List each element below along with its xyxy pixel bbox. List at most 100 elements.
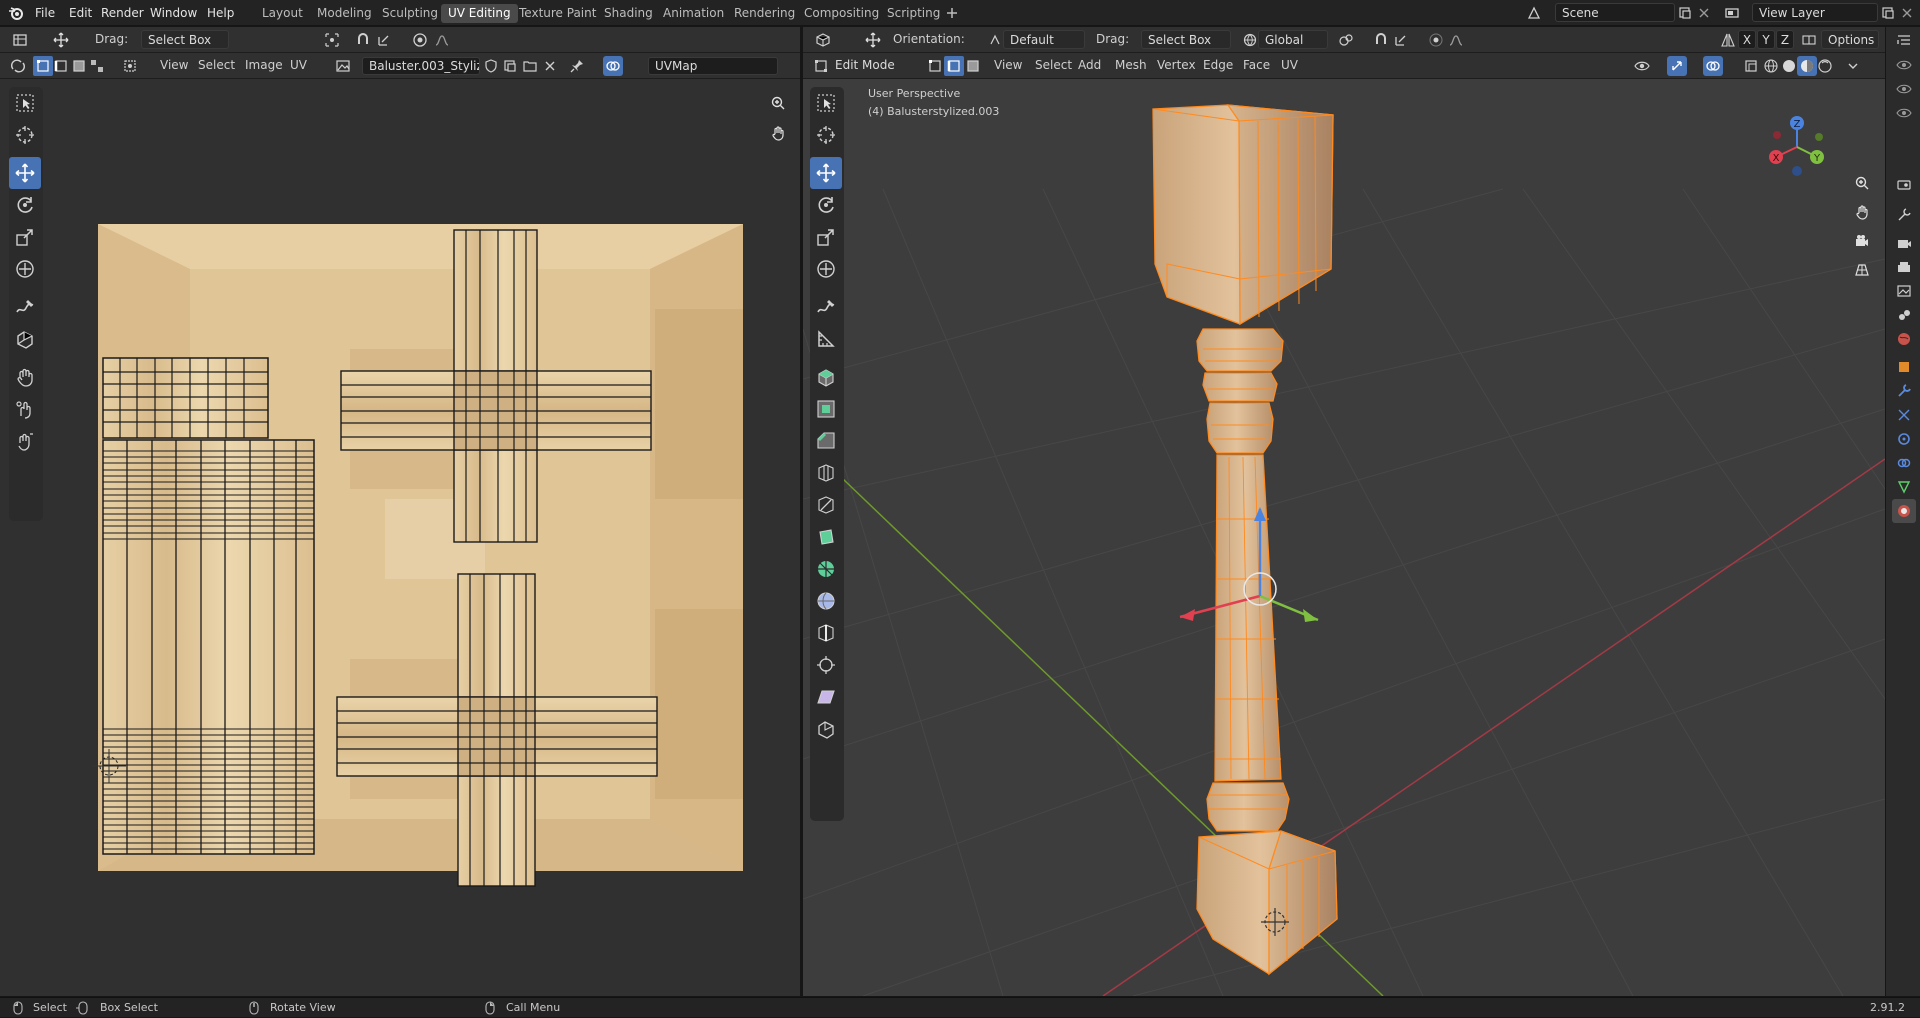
tab-compositing[interactable]: Compositing [797, 4, 886, 23]
blender-logo-icon[interactable] [6, 3, 26, 23]
new-scene-icon[interactable] [1675, 3, 1695, 23]
scene-field[interactable]: Scene [1555, 3, 1675, 22]
tab-scripting[interactable]: Scripting [880, 4, 947, 23]
tab-shading[interactable]: Shading [597, 4, 660, 23]
image-name-field[interactable]: Baluster.003_Styliz... [362, 57, 480, 75]
physics-properties-icon[interactable] [1892, 427, 1916, 451]
vp-extrude-tool-icon[interactable] [810, 361, 842, 393]
perspective-toggle-icon[interactable] [1849, 257, 1875, 283]
vertex-select-mode-icon[interactable] [33, 56, 53, 76]
face-select-mode-icon[interactable] [69, 56, 89, 76]
menu-uv-uv[interactable]: UV [290, 56, 307, 75]
viewport-snap-target-icon[interactable] [1391, 30, 1411, 50]
menu-3d-uv[interactable]: UV [1281, 56, 1298, 75]
sticky-selection-icon[interactable] [120, 56, 140, 76]
menu-window[interactable]: Window [150, 0, 197, 26]
tab-uv-editing[interactable]: UV Editing [441, 4, 518, 23]
vp-inset-tool-icon[interactable] [810, 393, 842, 425]
gizmo-toggle-icon[interactable] [1667, 56, 1687, 76]
menu-file[interactable]: File [35, 0, 55, 26]
overlay-toggle-icon[interactable] [603, 56, 623, 76]
tab-sculpting[interactable]: Sculpting [375, 4, 445, 23]
uvmap-field[interactable]: UVMap [648, 57, 778, 75]
vp-transform-tool-icon[interactable] [810, 253, 842, 285]
scene-properties-icon[interactable] [1892, 303, 1916, 327]
vp-zoom-icon[interactable] [1849, 170, 1875, 196]
drag-select[interactable]: Select Box [141, 30, 229, 49]
vp-smooth-tool-icon[interactable] [810, 585, 842, 617]
visibility-eye-icon[interactable] [1892, 77, 1916, 101]
proportional-edit-icon[interactable] [410, 30, 430, 50]
new-image-icon[interactable] [500, 56, 520, 76]
vp-shear-tool-icon[interactable] [810, 681, 842, 713]
object-properties-icon[interactable] [1892, 355, 1916, 379]
visibility-eye-icon[interactable] [1632, 56, 1652, 76]
menu-3d-add[interactable]: Add [1078, 56, 1101, 75]
menu-3d-vertex[interactable]: Vertex [1157, 56, 1196, 75]
orientation-select[interactable]: Default [1003, 30, 1085, 49]
output-properties-icon[interactable] [1892, 255, 1916, 279]
pivot-icon[interactable] [322, 30, 342, 50]
mirror-y-toggle[interactable]: Y [1757, 30, 1775, 49]
menu-uv-select[interactable]: Select [198, 56, 235, 75]
new-view-layer-icon[interactable] [1878, 3, 1898, 23]
vp-poly-build-tool-icon[interactable] [810, 521, 842, 553]
xray-toggle-icon[interactable] [1741, 56, 1761, 76]
visibility-eye-icon[interactable] [1892, 101, 1916, 125]
vp-edge-slide-tool-icon[interactable] [810, 617, 842, 649]
vp-select-box-tool-icon[interactable] [810, 87, 842, 119]
topology-mirror-icon[interactable] [1799, 30, 1819, 50]
vp-cursor-tool-icon[interactable] [810, 119, 842, 151]
viewport-drag-select[interactable]: Select Box [1141, 30, 1231, 49]
menu-3d-edge[interactable]: Edge [1203, 56, 1233, 75]
view-layer-field[interactable]: View Layer [1752, 3, 1878, 22]
overlays-toggle-icon[interactable] [1703, 56, 1723, 76]
mode-select[interactable]: Edit Mode [829, 56, 913, 75]
fake-user-shield-icon[interactable] [481, 56, 501, 76]
vp-rip-tool-icon[interactable] [810, 713, 842, 745]
shading-options-icon[interactable] [1843, 56, 1863, 76]
vertex-mode-icon[interactable] [925, 56, 945, 76]
tab-modeling[interactable]: Modeling [310, 4, 379, 23]
menu-3d-view[interactable]: View [994, 56, 1022, 75]
image-browse-icon[interactable] [333, 56, 353, 76]
unlink-image-icon[interactable] [540, 56, 560, 76]
vp-loop-cut-tool-icon[interactable] [810, 457, 842, 489]
menu-help[interactable]: Help [207, 0, 234, 26]
vp-shrink-fatten-tool-icon[interactable] [810, 649, 842, 681]
mirror-axis-icon[interactable] [1718, 30, 1738, 50]
vp-pan-icon[interactable] [1849, 199, 1875, 225]
tab-texture-paint[interactable]: Texture Paint [512, 4, 603, 23]
mirror-x-toggle[interactable]: X [1738, 30, 1756, 49]
vp-measure-tool-icon[interactable] [810, 323, 842, 355]
scene-icon[interactable] [1524, 3, 1544, 23]
menu-edit[interactable]: Edit [69, 0, 92, 26]
menu-uv-view[interactable]: View [160, 56, 188, 75]
camera-view-icon[interactable] [1849, 228, 1875, 254]
snap-target-icon[interactable] [374, 30, 394, 50]
sync-selection-icon[interactable] [8, 56, 28, 76]
editor-type-icon[interactable] [10, 30, 30, 50]
menu-render[interactable]: Render [101, 0, 144, 26]
pin-icon[interactable] [567, 56, 587, 76]
snap-icon[interactable] [353, 30, 373, 50]
shading-solid-icon[interactable] [1779, 56, 1799, 76]
outliner-editor-icon[interactable] [1892, 29, 1916, 53]
world-properties-icon[interactable] [1892, 327, 1916, 351]
view-layer-icon[interactable] [1722, 3, 1742, 23]
viewport-3d-scene[interactable] [803, 79, 1885, 996]
transform-tool-icon[interactable] [51, 30, 71, 50]
tab-animation[interactable]: Animation [656, 4, 731, 23]
options-dropdown[interactable]: Options [1821, 30, 1879, 49]
constraints-properties-icon[interactable] [1892, 451, 1916, 475]
particles-properties-icon[interactable] [1892, 403, 1916, 427]
material-properties-icon[interactable] [1892, 499, 1916, 523]
render-properties-icon[interactable] [1892, 231, 1916, 255]
visibility-eye-icon[interactable] [1892, 53, 1916, 77]
tool-wrench-icon[interactable] [1892, 203, 1916, 227]
delete-view-layer-icon[interactable] [1897, 3, 1917, 23]
vp-move-tool-icon[interactable] [810, 157, 842, 189]
viewport-transform-tool-icon[interactable] [863, 30, 883, 50]
tab-rendering[interactable]: Rendering [727, 4, 802, 23]
menu-uv-image[interactable]: Image [245, 56, 283, 75]
